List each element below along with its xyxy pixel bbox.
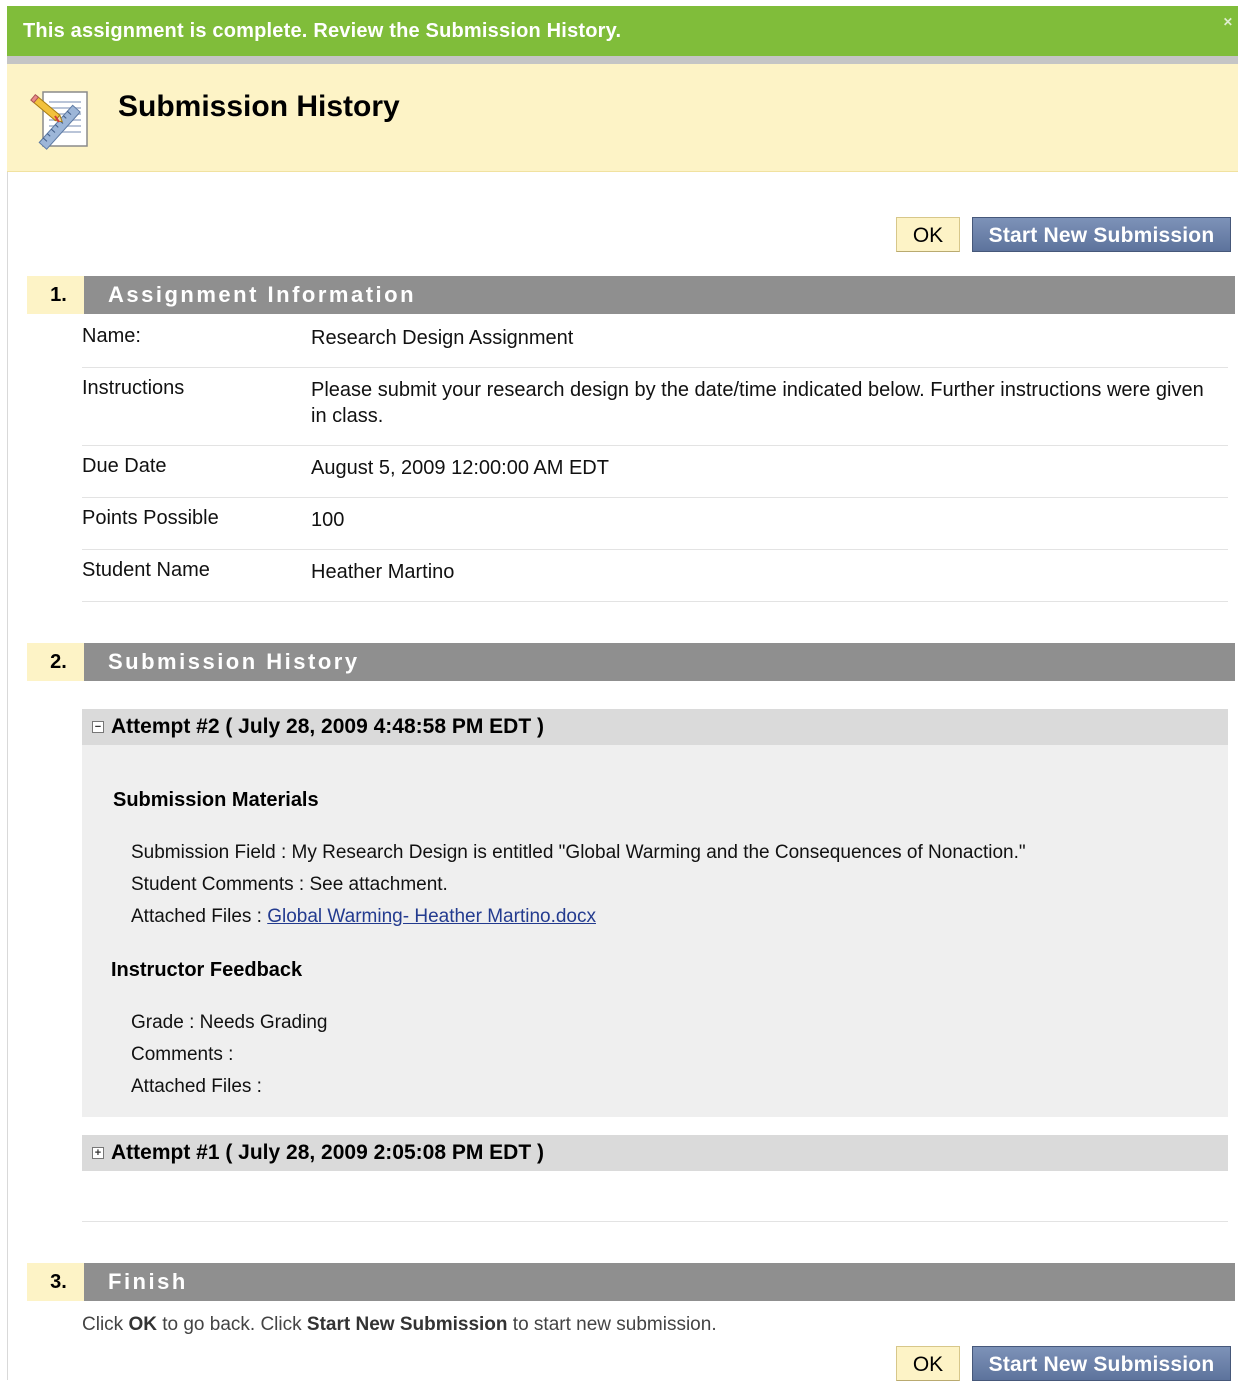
info-row-due-date: Due Date August 5, 2009 12:00:00 AM EDT (82, 455, 1228, 498)
attached-files-label: Attached Files : (131, 906, 268, 927)
submission-field-value: My Research Design is entitled "Global W… (291, 842, 1026, 863)
points-value: 100 (311, 509, 345, 531)
finish-text-3: to start new submission. (507, 1314, 717, 1335)
info-label: Due Date (82, 455, 167, 477)
student-comments-label: Student Comments : (131, 874, 310, 895)
instructor-feedback-heading: Instructor Feedback (111, 959, 303, 981)
page-title: Submission History (118, 90, 400, 123)
info-label: Points Possible (82, 507, 219, 529)
banner-shadow (7, 56, 1238, 64)
info-label: Instructions (82, 377, 185, 399)
feedback-comments-line: Comments : (131, 1044, 234, 1065)
info-row-points: Points Possible 100 (82, 507, 1228, 550)
section-number: 2. (27, 643, 84, 681)
info-row-student-name: Student Name Heather Martino (82, 559, 1228, 602)
attached-files-line: Attached Files : Global Warming- Heather… (131, 906, 596, 928)
finish-text-2: to go back. Click (156, 1314, 307, 1335)
grade-label: Grade : (131, 1012, 200, 1033)
collapse-icon[interactable]: − (92, 721, 104, 733)
start-new-submission-button-bottom[interactable]: Start New Submission (972, 1346, 1231, 1381)
attached-file-link[interactable]: Global Warming- Heather Martino.docx (267, 906, 596, 927)
page-header: Submission History (7, 64, 1238, 172)
section-assignment-information: 1. Assignment Information (27, 276, 1235, 314)
due-date-value: August 5, 2009 12:00:00 AM EDT (311, 457, 609, 479)
section-finish: 3. Finish (27, 1263, 1235, 1301)
submission-field-line: Submission Field : My Research Design is… (131, 842, 1026, 864)
finish-text-1: Click (82, 1314, 129, 1335)
student-comments-value: See attachment. (309, 874, 448, 895)
page-left-border (7, 60, 8, 1380)
info-row-name: Name: Research Design Assignment (82, 325, 1228, 368)
info-label: Name: (82, 325, 141, 347)
finish-start-bold: Start New Submission (306, 1314, 508, 1335)
feedback-attached-files-line: Attached Files : (131, 1076, 262, 1097)
attempt-title: Attempt #1 ( July 28, 2009 2:05:08 PM ED… (111, 1141, 544, 1164)
section-title: Finish (108, 1269, 188, 1294)
grade-line: Grade : Needs Grading (131, 1012, 327, 1034)
submission-materials-heading: Submission Materials (113, 789, 319, 811)
ok-button-bottom[interactable]: OK (896, 1346, 960, 1381)
close-icon[interactable]: ✕ (1222, 16, 1234, 28)
section-number: 1. (27, 276, 84, 314)
attempt-title: Attempt #2 ( July 28, 2009 4:48:58 PM ED… (111, 715, 544, 738)
section-number: 3. (27, 1263, 84, 1301)
finish-instructions: Click OK to go back. Click Start New Sub… (82, 1314, 717, 1336)
section-title: Submission History (108, 649, 360, 674)
student-comments-line: Student Comments : See attachment. (131, 874, 448, 896)
section-divider (82, 1221, 1228, 1222)
info-row-instructions: Instructions Please submit your research… (82, 377, 1228, 446)
instructions-value: Please submit your research design by th… (311, 379, 1204, 427)
info-label: Student Name (82, 559, 210, 581)
banner-message: This assignment is complete. Review the … (23, 20, 622, 42)
assignment-pencil-ruler-icon (30, 91, 88, 150)
submission-field-label: Submission Field : (131, 842, 292, 863)
ok-button-top[interactable]: OK (896, 217, 960, 252)
section-submission-history: 2. Submission History (27, 643, 1235, 681)
assignment-name-value: Research Design Assignment (311, 327, 574, 349)
section-title: Assignment Information (108, 282, 417, 307)
grade-value: Needs Grading (199, 1012, 328, 1033)
finish-ok-bold: OK (128, 1314, 157, 1335)
attempt-1-header[interactable]: + Attempt #1 ( July 28, 2009 2:05:08 PM … (82, 1135, 1228, 1171)
start-new-submission-button-top[interactable]: Start New Submission (972, 217, 1231, 252)
success-banner: This assignment is complete. Review the … (7, 6, 1238, 56)
student-name-value: Heather Martino (311, 561, 455, 583)
attempt-2-header[interactable]: − Attempt #2 ( July 28, 2009 4:48:58 PM … (82, 709, 1228, 745)
expand-icon[interactable]: + (92, 1147, 104, 1159)
